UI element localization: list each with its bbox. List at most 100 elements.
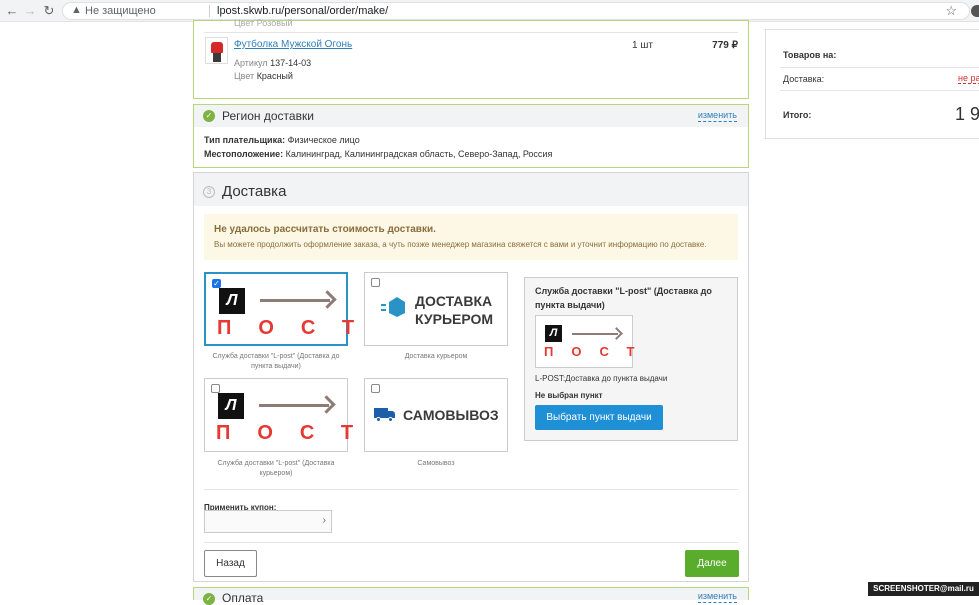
speed-line [381, 304, 386, 306]
back-button[interactable]: Назад [204, 550, 257, 577]
step-number-badge: 3 [203, 186, 215, 198]
delivery-title: Доставка [222, 183, 287, 200]
payment-edit-link[interactable]: изменить [697, 591, 737, 603]
region-header: ✓ Регион доставки изменить [194, 105, 748, 127]
delivery-option-pickup[interactable]: САМОВЫВОЗ [364, 378, 508, 452]
service-subtitle: L-POST:Доставка до пункта выдачи [535, 374, 668, 383]
warning-icon[interactable]: ▲ [71, 4, 82, 16]
section-divider [204, 489, 738, 490]
article-value: 137-14-03 [270, 58, 312, 68]
courier-logo-text: ДОСТАВКА КУРЬЕРОМ [415, 292, 493, 328]
color-row: Цвет Красный [234, 71, 293, 81]
lpost-logo-icon: Л [219, 288, 245, 314]
speed-line [381, 309, 386, 311]
address-separator [209, 5, 210, 17]
bookmark-star-icon[interactable]: ☆ [945, 3, 957, 19]
delivery-option-lpost-pickup[interactable]: ✓ Л ПОСТ [204, 272, 382, 346]
pickup-logo-text: САМОВЫВОЗ [403, 407, 499, 423]
lpost-logo-word: ПОСТ [216, 422, 381, 444]
option-caption: Доставка курьером [404, 353, 468, 360]
option-checkbox[interactable] [211, 384, 220, 393]
color-label: Цвет [234, 71, 255, 81]
coupon-input[interactable]: › [204, 510, 332, 533]
arrow-right-icon [260, 299, 330, 302]
option-caption: Самовывоз [417, 460, 455, 467]
region-panel: ✓ Регион доставки изменить Тип плательщи… [193, 104, 749, 168]
delivery-label: Доставка: [783, 74, 825, 84]
item-color-previous: Цвет Розовый [234, 18, 293, 28]
choose-pickup-point-button[interactable]: Выбрать пункт выдачи [535, 405, 663, 430]
service-title: Служба доставки "L-post" (Доставка до пу… [535, 286, 712, 310]
total-value: 1 9 [955, 104, 979, 124]
delivery-header: 3 Доставка [194, 173, 748, 206]
summary-divider [780, 67, 979, 68]
lpost-logo-icon: Л [218, 393, 244, 419]
courier-logo-line-2: КУРЬЕРОМ [415, 311, 494, 327]
option-checkbox[interactable] [371, 384, 380, 393]
truck-wheel [376, 417, 381, 422]
delivery-option-lpost-courier[interactable]: Л ПОСТ [204, 378, 381, 452]
payer-value: Физическое лицо [287, 135, 360, 145]
arrow-right-icon [572, 333, 618, 335]
delivery-value[interactable]: не ра [958, 73, 979, 84]
option-caption: Служба доставки "L-post" (Доставка до пу… [212, 353, 340, 370]
truck-wheel [388, 417, 393, 422]
point-not-selected: Не выбран пункт [535, 391, 603, 400]
delivery-panel: 3 Доставка Не удалось рассчитать стоимос… [193, 172, 749, 582]
lpost-logo-word: ПОСТ [217, 317, 382, 339]
lpost-logo-icon: Л [545, 325, 562, 342]
delivery-option-courier[interactable]: ДОСТАВКА КУРЬЕРОМ [364, 272, 508, 346]
product-link[interactable]: Футболка Мужской Огонь [234, 39, 352, 50]
payment-panel-header: ✓ Оплата изменить [193, 587, 749, 605]
item-price: 779 ₽ [712, 40, 738, 51]
color-value: Красный [256, 71, 293, 81]
delivery-warning: Не удалось рассчитать стоимость доставки… [204, 214, 738, 260]
tshirt-icon [211, 42, 223, 53]
back-arrow-icon[interactable]: ← [4, 3, 20, 19]
next-button[interactable]: Далее [685, 550, 739, 577]
security-label[interactable]: Не защищено [85, 5, 156, 17]
lpost-logo-word: ПОСТ [544, 344, 653, 359]
arrow-right-icon [259, 404, 329, 407]
reload-icon[interactable]: ↻ [41, 3, 57, 19]
chevron-right-icon[interactable]: › [323, 515, 326, 526]
courier-box-icon [381, 297, 408, 319]
section-divider [204, 542, 738, 543]
region-edit-link[interactable]: изменить [697, 110, 737, 122]
summary-divider [780, 90, 979, 91]
url-text[interactable]: lpost.skwb.ru/personal/order/make/ [217, 5, 388, 17]
warning-title: Не удалось рассчитать стоимость доставки… [214, 224, 436, 235]
option-caption: Служба доставки "L-post" (Доставка курье… [217, 460, 335, 477]
address-bar[interactable]: ▲ Не защищено lpost.skwb.ru/personal/ord… [62, 2, 970, 20]
courier-logo-line-1: ДОСТАВКА [415, 293, 493, 309]
order-summary: Товаров на: Доставка: не ра Итого: 1 9 [765, 29, 979, 139]
location-label: Местоположение: [204, 149, 284, 159]
forward-arrow-icon[interactable]: → [22, 3, 38, 19]
location-row: Местоположение: Калининград, Калининград… [204, 149, 552, 159]
model-legs [213, 53, 221, 62]
browser-toolbar: ← → ↻ ▲ Не защищено lpost.skwb.ru/person… [0, 0, 979, 22]
item-quantity: 1 шт [632, 40, 653, 51]
payer-label: Тип плательщика: [204, 135, 286, 145]
payer-type-row: Тип плательщика: Физическое лицо [204, 135, 360, 145]
option-checkbox[interactable] [371, 278, 380, 287]
service-details: Служба доставки "L-post" (Доставка до пу… [524, 277, 738, 441]
article-label: Артикул [234, 58, 268, 68]
warning-text: Вы можете продолжить оформление заказа, … [214, 240, 707, 249]
box-shape [389, 297, 405, 317]
order-items-panel: Цвет Розовый Футболка Мужской Огонь Арти… [193, 18, 749, 99]
article-row: Артикул 137-14-03 [234, 58, 311, 68]
extension-icon[interactable] [971, 5, 979, 17]
region-title: Регион доставки [222, 109, 314, 123]
product-thumbnail[interactable] [205, 37, 228, 64]
screenshoter-watermark: SCREENSHOTER@mail.ru [868, 582, 979, 596]
truck-icon [374, 408, 396, 422]
step-check-icon: ✓ [203, 110, 215, 122]
goods-label: Товаров на: [783, 50, 837, 60]
item-divider [204, 32, 738, 33]
payment-title: Оплата [222, 591, 264, 605]
option-checkbox[interactable]: ✓ [212, 279, 221, 288]
service-logo: Л ПОСТ [535, 315, 634, 368]
total-label: Итого: [783, 110, 812, 120]
step-check-icon: ✓ [203, 593, 215, 605]
